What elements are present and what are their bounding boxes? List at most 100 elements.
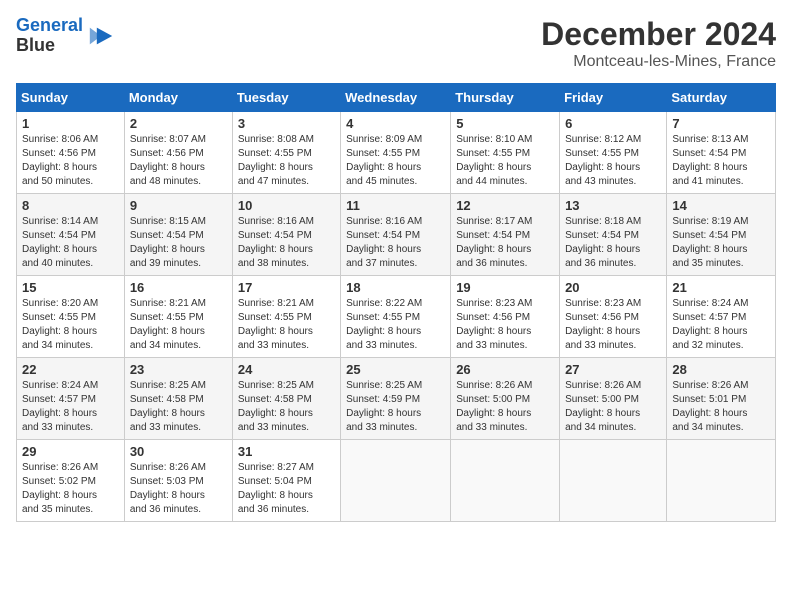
calendar-cell: 4 Sunrise: 8:09 AM Sunset: 4:55 PM Daylig… [341, 112, 451, 194]
day-number: 11 [346, 198, 445, 213]
day-info: Sunrise: 8:09 AM Sunset: 4:55 PM Dayligh… [346, 133, 445, 189]
day-info: Sunrise: 8:22 AM Sunset: 4:55 PM Dayligh… [346, 297, 445, 353]
day-number: 15 [22, 280, 119, 295]
logo: GeneralBlue [16, 16, 115, 56]
day-info: Sunrise: 8:24 AM Sunset: 4:57 PM Dayligh… [672, 297, 770, 353]
day-info: Sunrise: 8:26 AM Sunset: 5:03 PM Dayligh… [130, 461, 227, 517]
day-info: Sunrise: 8:14 AM Sunset: 4:54 PM Dayligh… [22, 215, 119, 271]
calendar-cell: 11 Sunrise: 8:16 AM Sunset: 4:54 PM Dayli… [341, 194, 451, 276]
title-section: December 2024 Montceau-les-Mines, France [541, 16, 776, 71]
location-title: Montceau-les-Mines, France [541, 53, 776, 71]
logo-icon [87, 22, 115, 50]
calendar-week-row: 15 Sunrise: 8:20 AM Sunset: 4:55 PM Dayli… [17, 276, 776, 358]
day-number: 8 [22, 198, 119, 213]
day-number: 17 [238, 280, 335, 295]
calendar-cell: 9 Sunrise: 8:15 AM Sunset: 4:54 PM Daylig… [124, 194, 232, 276]
calendar-week-row: 22Sunrise: 8:24 AM Sunset: 4:57 PM Dayli… [17, 358, 776, 440]
day-info: Sunrise: 8:08 AM Sunset: 4:55 PM Dayligh… [238, 133, 335, 189]
day-info: Sunrise: 8:18 AM Sunset: 4:54 PM Dayligh… [565, 215, 661, 271]
day-info: Sunrise: 8:21 AM Sunset: 4:55 PM Dayligh… [238, 297, 335, 353]
calendar-cell [341, 440, 451, 522]
day-info: Sunrise: 8:25 AM Sunset: 4:58 PM Dayligh… [130, 379, 227, 435]
calendar-cell: 21 Sunrise: 8:24 AM Sunset: 4:57 PM Dayli… [667, 276, 776, 358]
calendar-cell: 2 Sunrise: 8:07 AM Sunset: 4:56 PM Daylig… [124, 112, 232, 194]
page-header: GeneralBlue December 2024 Montceau-les-M… [16, 16, 776, 71]
day-number: 6 [565, 116, 661, 131]
day-info: Sunrise: 8:26 AM Sunset: 5:00 PM Dayligh… [565, 379, 661, 435]
calendar-cell: 20 Sunrise: 8:23 AM Sunset: 4:56 PM Dayli… [560, 276, 667, 358]
day-number: 30 [130, 444, 227, 459]
calendar-cell: 29Sunrise: 8:26 AM Sunset: 5:02 PM Dayli… [17, 440, 125, 522]
weekday-header-cell: Monday [124, 84, 232, 112]
calendar-cell: 26Sunrise: 8:26 AM Sunset: 5:00 PM Dayli… [451, 358, 560, 440]
day-number: 21 [672, 280, 770, 295]
calendar-cell [667, 440, 776, 522]
day-number: 3 [238, 116, 335, 131]
day-number: 2 [130, 116, 227, 131]
day-number: 27 [565, 362, 661, 377]
calendar-cell: 5 Sunrise: 8:10 AM Sunset: 4:55 PM Daylig… [451, 112, 560, 194]
day-number: 10 [238, 198, 335, 213]
day-number: 31 [238, 444, 335, 459]
calendar-cell: 18 Sunrise: 8:22 AM Sunset: 4:55 PM Dayli… [341, 276, 451, 358]
calendar-table: SundayMondayTuesdayWednesdayThursdayFrid… [16, 83, 776, 522]
day-info: Sunrise: 8:13 AM Sunset: 4:54 PM Dayligh… [672, 133, 770, 189]
weekday-header-cell: Thursday [451, 84, 560, 112]
day-info: Sunrise: 8:20 AM Sunset: 4:55 PM Dayligh… [22, 297, 119, 353]
calendar-cell: 13Sunrise: 8:18 AM Sunset: 4:54 PM Dayli… [560, 194, 667, 276]
calendar-cell: 31 Sunrise: 8:27 AM Sunset: 5:04 PM Dayli… [232, 440, 340, 522]
calendar-cell: 28 Sunrise: 8:26 AM Sunset: 5:01 PM Dayli… [667, 358, 776, 440]
day-info: Sunrise: 8:17 AM Sunset: 4:54 PM Dayligh… [456, 215, 554, 271]
calendar-cell: 7 Sunrise: 8:13 AM Sunset: 4:54 PM Daylig… [667, 112, 776, 194]
calendar-cell: 14Sunrise: 8:19 AM Sunset: 4:54 PM Dayli… [667, 194, 776, 276]
day-number: 24 [238, 362, 335, 377]
calendar-week-row: 8 Sunrise: 8:14 AM Sunset: 4:54 PM Daylig… [17, 194, 776, 276]
day-number: 7 [672, 116, 770, 131]
weekday-header-cell: Tuesday [232, 84, 340, 112]
calendar-cell [560, 440, 667, 522]
day-number: 20 [565, 280, 661, 295]
weekday-header-cell: Friday [560, 84, 667, 112]
day-info: Sunrise: 8:06 AM Sunset: 4:56 PM Dayligh… [22, 133, 119, 189]
day-number: 4 [346, 116, 445, 131]
weekday-header-cell: Wednesday [341, 84, 451, 112]
day-number: 18 [346, 280, 445, 295]
day-info: Sunrise: 8:23 AM Sunset: 4:56 PM Dayligh… [456, 297, 554, 353]
day-number: 9 [130, 198, 227, 213]
calendar-cell: 27 Sunrise: 8:26 AM Sunset: 5:00 PM Dayli… [560, 358, 667, 440]
day-info: Sunrise: 8:16 AM Sunset: 4:54 PM Dayligh… [346, 215, 445, 271]
weekday-header-cell: Saturday [667, 84, 776, 112]
day-info: Sunrise: 8:19 AM Sunset: 4:54 PM Dayligh… [672, 215, 770, 271]
day-info: Sunrise: 8:23 AM Sunset: 4:56 PM Dayligh… [565, 297, 661, 353]
calendar-cell: 22Sunrise: 8:24 AM Sunset: 4:57 PM Dayli… [17, 358, 125, 440]
day-info: Sunrise: 8:27 AM Sunset: 5:04 PM Dayligh… [238, 461, 335, 517]
day-info: Sunrise: 8:26 AM Sunset: 5:02 PM Dayligh… [22, 461, 119, 517]
day-number: 12 [456, 198, 554, 213]
day-info: Sunrise: 8:25 AM Sunset: 4:58 PM Dayligh… [238, 379, 335, 435]
calendar-cell: 6Sunrise: 8:12 AM Sunset: 4:55 PM Daylig… [560, 112, 667, 194]
day-info: Sunrise: 8:21 AM Sunset: 4:55 PM Dayligh… [130, 297, 227, 353]
calendar-cell [451, 440, 560, 522]
day-number: 25 [346, 362, 445, 377]
day-number: 23 [130, 362, 227, 377]
calendar-cell: 17 Sunrise: 8:21 AM Sunset: 4:55 PM Dayli… [232, 276, 340, 358]
day-info: Sunrise: 8:24 AM Sunset: 4:57 PM Dayligh… [22, 379, 119, 435]
day-info: Sunrise: 8:10 AM Sunset: 4:55 PM Dayligh… [456, 133, 554, 189]
calendar-cell: 12 Sunrise: 8:17 AM Sunset: 4:54 PM Dayli… [451, 194, 560, 276]
calendar-cell: 25Sunrise: 8:25 AM Sunset: 4:59 PM Dayli… [341, 358, 451, 440]
calendar-cell: 8 Sunrise: 8:14 AM Sunset: 4:54 PM Daylig… [17, 194, 125, 276]
calendar-cell: 24 Sunrise: 8:25 AM Sunset: 4:58 PM Dayli… [232, 358, 340, 440]
calendar-week-row: 29Sunrise: 8:26 AM Sunset: 5:02 PM Dayli… [17, 440, 776, 522]
weekday-header-row: SundayMondayTuesdayWednesdayThursdayFrid… [17, 84, 776, 112]
day-info: Sunrise: 8:07 AM Sunset: 4:56 PM Dayligh… [130, 133, 227, 189]
day-info: Sunrise: 8:26 AM Sunset: 5:01 PM Dayligh… [672, 379, 770, 435]
month-title: December 2024 [541, 16, 776, 53]
day-number: 19 [456, 280, 554, 295]
calendar-cell: 1Sunrise: 8:06 AM Sunset: 4:56 PM Daylig… [17, 112, 125, 194]
day-number: 28 [672, 362, 770, 377]
calendar-cell: 15 Sunrise: 8:20 AM Sunset: 4:55 PM Dayli… [17, 276, 125, 358]
calendar-cell: 16Sunrise: 8:21 AM Sunset: 4:55 PM Dayli… [124, 276, 232, 358]
logo-text: GeneralBlue [16, 16, 83, 56]
day-info: Sunrise: 8:15 AM Sunset: 4:54 PM Dayligh… [130, 215, 227, 271]
day-number: 5 [456, 116, 554, 131]
